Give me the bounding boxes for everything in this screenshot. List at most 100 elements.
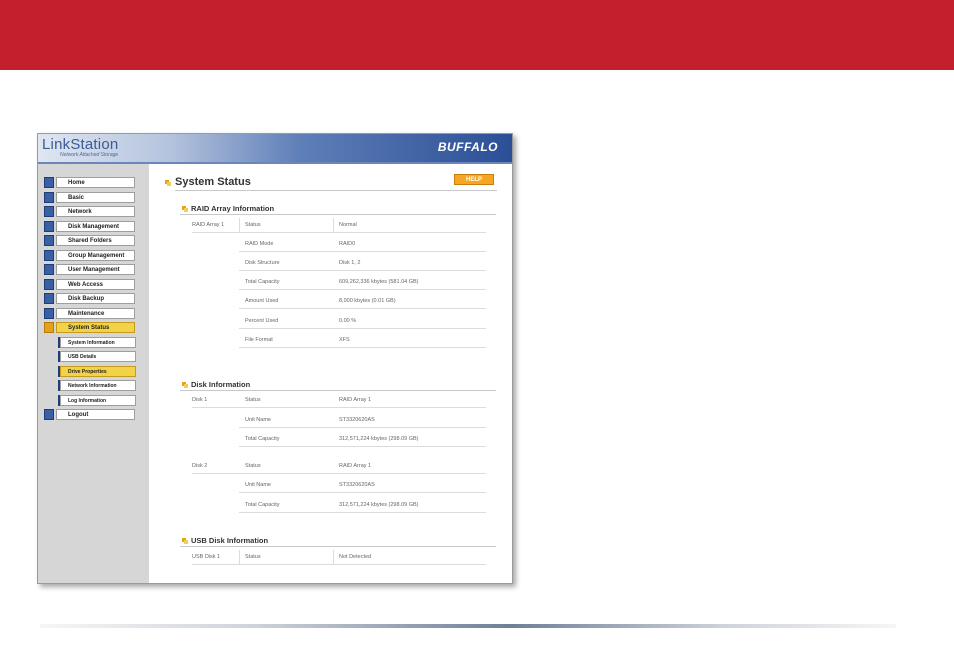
usb-group-label: USB Disk 1 bbox=[192, 554, 221, 560]
row-divider bbox=[239, 328, 486, 329]
banner: LinkStation Network Attached Storage BUF… bbox=[38, 134, 512, 162]
page-title: System Status bbox=[175, 176, 251, 188]
nav-label: Home bbox=[56, 177, 135, 188]
usb-row-value: Not Detected bbox=[339, 554, 372, 560]
row-divider bbox=[239, 251, 486, 252]
raid-row-value: 0.00 % bbox=[339, 318, 357, 324]
network-icon bbox=[44, 206, 54, 217]
nav-label: System Status bbox=[56, 322, 135, 333]
nav-item-disk-management[interactable]: Disk Management bbox=[44, 221, 135, 232]
row-divider bbox=[192, 407, 486, 408]
nav-label: Group Management bbox=[56, 250, 135, 261]
nav-label: Maintenance bbox=[56, 308, 135, 319]
raid-row-value: 8,000 kbytes (0.01 GB) bbox=[339, 298, 396, 304]
column-separator bbox=[333, 550, 334, 564]
nav-item-user-management[interactable]: User Management bbox=[44, 264, 135, 275]
row-divider bbox=[239, 427, 486, 428]
disk-management-icon bbox=[44, 221, 54, 232]
subnav-item-network-information[interactable]: Network Information bbox=[58, 380, 136, 391]
linkstation-logo: LinkStation bbox=[42, 136, 119, 153]
section-divider bbox=[180, 390, 496, 391]
home-icon bbox=[44, 177, 54, 188]
logo-tagline: Network Attached Storage bbox=[60, 152, 119, 158]
subnav-label: USB Details bbox=[60, 351, 136, 362]
nav-label: Basic bbox=[56, 192, 135, 203]
row-divider bbox=[192, 473, 486, 474]
sidebar: Home Basic Network Disk Management Share… bbox=[38, 164, 149, 583]
subnav-item-log-information[interactable]: Log Information bbox=[58, 395, 136, 406]
raid-row-value: RAID0 bbox=[339, 241, 356, 247]
row-divider bbox=[239, 347, 486, 348]
disk-row-label: Status bbox=[245, 463, 261, 469]
footer-gradient-line bbox=[40, 624, 896, 628]
title-bullet-icon bbox=[165, 180, 171, 186]
raid-row-value: Disk 1, 2 bbox=[339, 260, 361, 266]
nav-item-maintenance[interactable]: Maintenance bbox=[44, 308, 135, 319]
column-separator bbox=[239, 218, 240, 232]
nav-item-logout[interactable]: Logout bbox=[44, 409, 135, 420]
raid-row-label: RAID Mode bbox=[245, 241, 274, 247]
section-bullet-icon bbox=[182, 206, 188, 212]
subnav-label: Network Information bbox=[60, 380, 136, 391]
raid-row-label: Disk Structure bbox=[245, 260, 280, 266]
help-button[interactable]: HELP bbox=[454, 174, 494, 185]
section-bullet-icon bbox=[182, 382, 188, 388]
group-management-icon bbox=[44, 250, 54, 261]
disk-row-label: Status bbox=[245, 397, 261, 403]
disk-row-value: 312,571,224 kbytes (298.09 GB) bbox=[339, 436, 419, 442]
nav-label: Disk Backup bbox=[56, 293, 135, 304]
row-divider bbox=[239, 308, 486, 309]
disk-row-label: Unit Name bbox=[245, 482, 271, 488]
row-divider bbox=[239, 289, 486, 290]
disk-backup-icon bbox=[44, 293, 54, 304]
raid-row-label: Total Capacity bbox=[245, 279, 280, 285]
nav-item-web-access[interactable]: Web Access bbox=[44, 279, 135, 290]
nav-item-basic[interactable]: Basic bbox=[44, 192, 135, 203]
title-divider bbox=[175, 190, 497, 191]
disk-row-label: Unit Name bbox=[245, 417, 271, 423]
subnav-item-system-information[interactable]: System Information bbox=[58, 337, 136, 348]
subnav-label: Log Information bbox=[60, 395, 136, 406]
disk-row-value: 312,571,224 kbytes (298.09 GB) bbox=[339, 502, 419, 508]
column-separator bbox=[333, 218, 334, 232]
nav-item-network[interactable]: Network bbox=[44, 206, 135, 217]
buffalo-logo: BUFFALO bbox=[437, 140, 498, 154]
disk-row-value: RAID Array 1 bbox=[339, 463, 372, 469]
raid-row-label: Status bbox=[245, 222, 261, 228]
disk-row-label: Total Capacity bbox=[245, 502, 280, 508]
subnav-item-drive-properties[interactable]: Drive Properties bbox=[58, 366, 136, 377]
nav-item-disk-backup[interactable]: Disk Backup bbox=[44, 293, 135, 304]
raid-row-label: Percent Used bbox=[245, 318, 279, 324]
maintenance-icon bbox=[44, 308, 54, 319]
logout-icon bbox=[44, 409, 54, 420]
disk-row-value: ST3320620AS bbox=[339, 417, 375, 423]
user-management-icon bbox=[44, 264, 54, 275]
section-title-disk: Disk Information bbox=[191, 380, 251, 389]
nav-item-group-management[interactable]: Group Management bbox=[44, 250, 135, 261]
raid-row-label: File Format bbox=[245, 337, 273, 343]
shared-folders-icon bbox=[44, 235, 54, 246]
nav-item-shared-folders[interactable]: Shared Folders bbox=[44, 235, 135, 246]
red-header-bar bbox=[0, 0, 954, 70]
subnav-label: Drive Properties bbox=[60, 366, 136, 377]
nav-item-home[interactable]: Home bbox=[44, 177, 135, 188]
column-separator bbox=[239, 550, 240, 564]
raid-row-value: 609,262,336 kbytes (581.04 GB) bbox=[339, 279, 419, 285]
disk-row-label: Total Capacity bbox=[245, 436, 280, 442]
section-title-usb: USB Disk Information bbox=[191, 536, 269, 545]
basic-icon bbox=[44, 192, 54, 203]
row-divider bbox=[239, 512, 486, 513]
subnav-item-usb-details[interactable]: USB Details bbox=[58, 351, 136, 362]
row-divider bbox=[192, 232, 486, 233]
nav-label: Network bbox=[56, 206, 135, 217]
nav-item-system-status[interactable]: System Status bbox=[44, 322, 135, 333]
section-divider bbox=[180, 214, 496, 215]
raid-row-label: Amount Used bbox=[245, 298, 279, 304]
nav-label: User Management bbox=[56, 264, 135, 275]
web-access-icon bbox=[44, 279, 54, 290]
nav-label: Logout bbox=[56, 409, 135, 420]
raid-row-value: Normal bbox=[339, 222, 357, 228]
nav-label: Shared Folders bbox=[56, 235, 135, 246]
disk-row-value: RAID Array 1 bbox=[339, 397, 372, 403]
nav-label: Disk Management bbox=[56, 221, 135, 232]
